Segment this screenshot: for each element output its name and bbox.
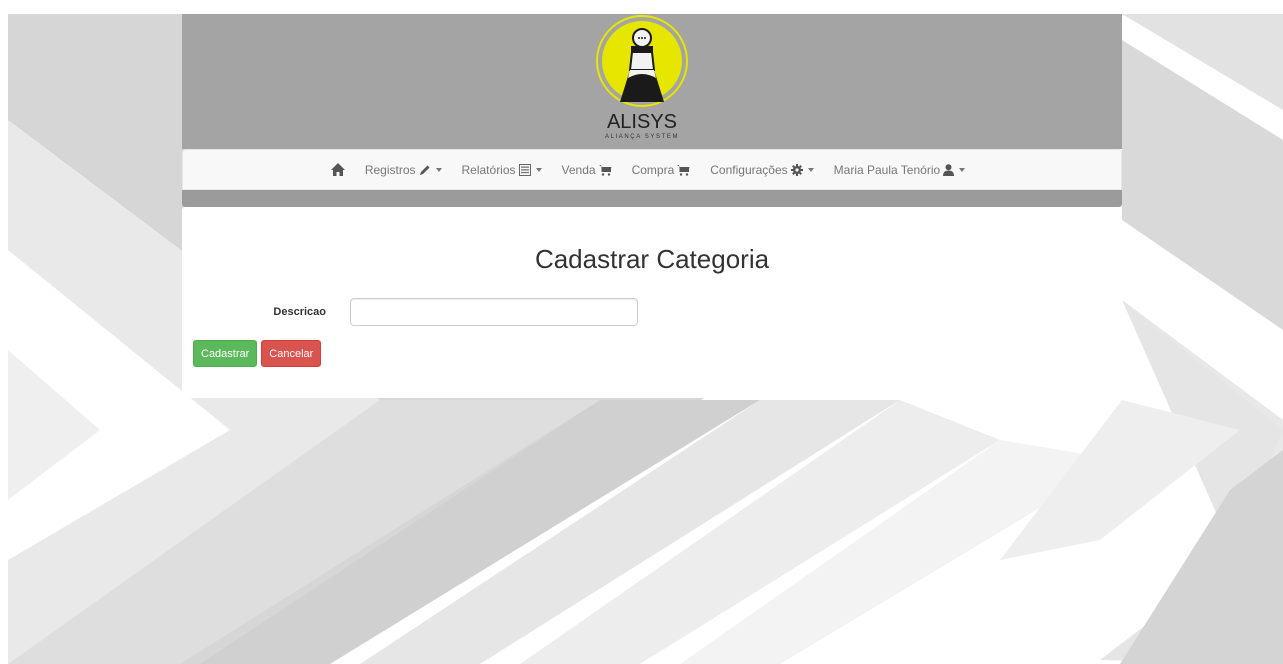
cancelar-button[interactable]: Cancelar [261,340,322,367]
pencil-icon [419,165,429,175]
header-banner: ALISYS ALIANÇA SYSTEM [182,14,1122,149]
nav-label-relatorios: Relatórios [461,162,516,177]
nav-label-venda: Venda [561,162,596,177]
nav-relatorios[interactable]: Relatórios [452,150,552,189]
form-actions: Cadastrar Cancelar [193,340,322,367]
navbar-bottom-strip [182,190,1122,207]
svg-text:ALIANÇA SYSTEM: ALIANÇA SYSTEM [605,134,679,140]
nav-venda[interactable]: Venda [552,150,622,189]
nav-compra[interactable]: Compra [622,150,701,189]
nav-label-user: Maria Paula Tenório [833,162,941,177]
cadastrar-button[interactable]: Cadastrar [193,340,258,367]
descricao-input[interactable] [350,298,638,326]
alisys-logo: ALISYS ALIANÇA SYSTEM [596,15,688,140]
nav-configuracoes[interactable]: Configurações [700,150,823,189]
nav-label-configuracoes: Configurações [710,162,788,177]
content-panel: Cadastrar Categoria Descricao Cadastrar … [182,207,1122,398]
cart-icon [677,164,690,176]
cart-icon [598,164,612,176]
nav-home[interactable] [321,150,355,189]
page-title: Cadastrar Categoria [534,244,770,275]
main-container: ALISYS ALIANÇA SYSTEM Registros Relatóri… [182,14,1122,398]
caret-down-icon [959,167,966,172]
svg-text:ALISYS: ALISYS [607,111,677,133]
nav-menu: Registros Relatórios Venda Compra Config… [321,150,975,189]
nav-registros[interactable]: Registros [355,150,452,189]
cog-icon [790,163,803,176]
user-icon [943,163,955,176]
nav-label-compra: Compra [631,162,675,177]
nav-label-registros: Registros [364,162,416,177]
home-icon [330,163,345,176]
descricao-label: Descricao [273,306,326,318]
caret-down-icon [807,167,814,172]
caret-down-icon [435,167,442,172]
caret-down-icon [535,167,542,172]
form-row-descricao: Descricao [182,298,1122,326]
navbar: Registros Relatórios Venda Compra Config… [182,149,1122,190]
nav-user-menu[interactable]: Maria Paula Tenório [824,150,976,189]
list-alt-icon [518,163,531,176]
